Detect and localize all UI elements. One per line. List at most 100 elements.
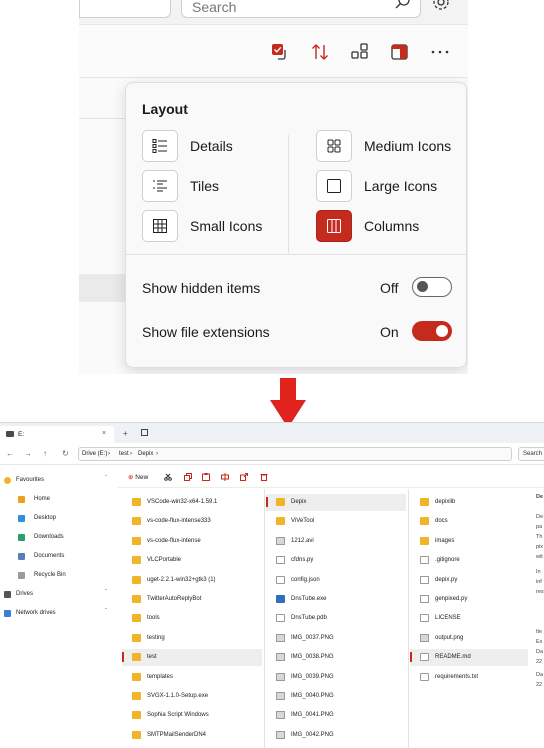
show-hidden-items-toggle[interactable] xyxy=(412,277,452,297)
address-bar-fragment[interactable] xyxy=(79,0,171,18)
file-icon xyxy=(420,672,429,681)
item-label: templates xyxy=(147,673,174,680)
sidebar-item-network-drives[interactable]: Network drives ˇ xyxy=(4,609,114,621)
item-label: VSCode-win32-x64-1.59.1 xyxy=(147,499,218,505)
up-arrow-icon[interactable]: ↑ xyxy=(43,449,47,458)
copy-icon[interactable] xyxy=(184,473,192,481)
sidebar-item-drives[interactable]: Drives ˆ xyxy=(4,590,114,602)
back-arrow-icon[interactable]: ← xyxy=(6,449,14,458)
item-label: VLCPortable xyxy=(147,557,182,564)
preview-pane-icon[interactable] xyxy=(389,41,411,63)
list-item[interactable]: Depix xyxy=(266,494,406,511)
image-file-icon xyxy=(276,692,285,700)
tiles-view-icon xyxy=(142,170,178,202)
sidebar-item-desktop[interactable]: Desktop xyxy=(18,514,108,526)
sidebar-item-downloads[interactable]: Downloads xyxy=(18,533,108,545)
list-item[interactable]: docs xyxy=(410,513,528,530)
image-file-icon xyxy=(420,633,429,642)
list-item[interactable]: VLCPortable xyxy=(122,552,262,569)
list-item[interactable]: ViVeTool xyxy=(266,513,406,530)
breadcrumb-item[interactable]: Depix xyxy=(138,451,153,457)
list-item[interactable]: IMG_0041.PNG xyxy=(266,707,406,724)
close-tab-icon[interactable]: × xyxy=(102,430,106,437)
preview-text-fragment: res xyxy=(536,589,544,595)
group-icon[interactable] xyxy=(349,41,371,63)
list-item[interactable]: IMG_0042.PNG xyxy=(266,727,406,744)
more-options-icon[interactable] xyxy=(429,41,451,63)
image-file-icon xyxy=(276,730,285,739)
list-item[interactable]: vs-code-flux-intense xyxy=(122,533,262,550)
delete-icon[interactable] xyxy=(260,473,268,481)
list-item[interactable]: SVGX-1.1.0-Setup.exe xyxy=(122,688,262,705)
python-file-icon xyxy=(420,575,429,584)
tab-drive-e[interactable]: E: × xyxy=(0,426,114,443)
network-icon xyxy=(4,610,11,617)
chevron-up-icon[interactable]: ˆ xyxy=(105,476,107,482)
list-item[interactable]: tools xyxy=(122,610,262,627)
item-label: vs-code-flux-intense xyxy=(147,537,201,544)
list-item[interactable]: testing xyxy=(122,630,262,647)
share-icon[interactable] xyxy=(240,473,248,481)
selected-row-fragment xyxy=(79,274,125,302)
select-checkbox-icon[interactable] xyxy=(269,41,291,63)
list-item[interactable]: IMG_0040.PNG xyxy=(266,688,406,705)
sort-icon[interactable] xyxy=(309,41,331,63)
forward-arrow-icon[interactable]: → xyxy=(24,449,32,458)
list-item[interactable]: DnsTube.pdb xyxy=(266,610,406,627)
list-item[interactable]: output.png xyxy=(410,630,528,647)
list-item[interactable]: VSCode-win32-x64-1.59.1 xyxy=(122,494,262,511)
selection-marker xyxy=(410,652,412,663)
list-item[interactable]: depix.py xyxy=(410,572,528,589)
download-icon xyxy=(18,534,25,541)
list-item[interactable]: README.md xyxy=(410,649,528,667)
settings-gear-icon[interactable] xyxy=(431,0,451,12)
paste-icon[interactable] xyxy=(202,473,210,481)
sidebar-item-documents[interactable]: Documents xyxy=(18,552,108,564)
chevron-up-icon[interactable]: ˆ xyxy=(105,590,107,596)
search-box[interactable]: Search xyxy=(181,0,421,18)
list-item[interactable]: SMTPMailSenderDN4 xyxy=(122,727,262,744)
list-item[interactable]: IMG_0039.PNG xyxy=(266,669,406,686)
list-item[interactable]: cfdns.py xyxy=(266,552,406,569)
list-item[interactable]: .gitignore xyxy=(410,552,528,569)
sidebar-item-recycle-bin[interactable]: Recycle Bin xyxy=(18,571,108,583)
new-tab-button[interactable]: + xyxy=(123,429,128,438)
breadcrumb-separator-icon: › xyxy=(156,451,158,457)
preview-pane: De De pa Th pix wit In inf res Ite Ex Da 22 Da 22 xyxy=(530,489,544,748)
list-item[interactable]: images xyxy=(410,533,528,550)
layout-menu: Layout Details Tiles Small Icons Medium … xyxy=(125,82,467,368)
list-item[interactable]: genpixed.py xyxy=(410,591,528,608)
breadcrumb-item[interactable]: Drive (E:) xyxy=(82,451,107,457)
list-item[interactable]: Sophia Script Windows xyxy=(122,707,262,724)
tab-list-icon[interactable] xyxy=(141,429,148,436)
breadcrumb-item[interactable]: test xyxy=(119,451,129,457)
list-item[interactable]: IMG_0038.PNG xyxy=(266,649,406,666)
list-item[interactable]: templates xyxy=(122,669,262,686)
list-item[interactable]: DnsTube.exe xyxy=(266,591,406,608)
list-item[interactable]: depixlib xyxy=(410,494,528,511)
address-bar[interactable]: Drive (E:) › test › Depix › xyxy=(78,447,512,461)
list-item[interactable]: TwitterAutoReplyBot xyxy=(122,591,262,608)
search-icon[interactable] xyxy=(394,0,412,11)
list-item[interactable]: 1212.avi xyxy=(266,533,406,550)
show-file-extensions-toggle[interactable] xyxy=(412,321,452,341)
sidebar-item-home[interactable]: Home xyxy=(18,495,108,507)
list-item[interactable]: requirements.txt xyxy=(410,669,528,686)
list-item[interactable]: IMG_0037.PNG xyxy=(266,630,406,647)
refresh-icon[interactable]: ↻ xyxy=(62,449,69,458)
list-item[interactable]: vs-code-flux-intense333 xyxy=(122,513,262,530)
search-box[interactable]: Search xyxy=(518,447,544,461)
list-item[interactable]: test xyxy=(122,649,262,667)
folder-icon xyxy=(420,517,429,526)
folder-icon xyxy=(132,730,141,739)
rename-icon[interactable] xyxy=(221,473,229,481)
sidebar-item-favourites[interactable]: Favourites ˆ xyxy=(4,476,114,488)
item-label: uget-2.2.1-win32+gtk3 (1) xyxy=(147,576,216,583)
list-item[interactable]: config.json xyxy=(266,572,406,589)
cut-icon[interactable] xyxy=(164,473,172,481)
chevron-down-icon[interactable]: ˇ xyxy=(105,609,107,615)
list-item[interactable]: LICENSE xyxy=(410,610,528,627)
new-button[interactable]: ⊕ New xyxy=(128,473,148,481)
list-item[interactable]: uget-2.2.1-win32+gtk3 (1) xyxy=(122,572,262,589)
item-label: tools xyxy=(147,615,160,622)
